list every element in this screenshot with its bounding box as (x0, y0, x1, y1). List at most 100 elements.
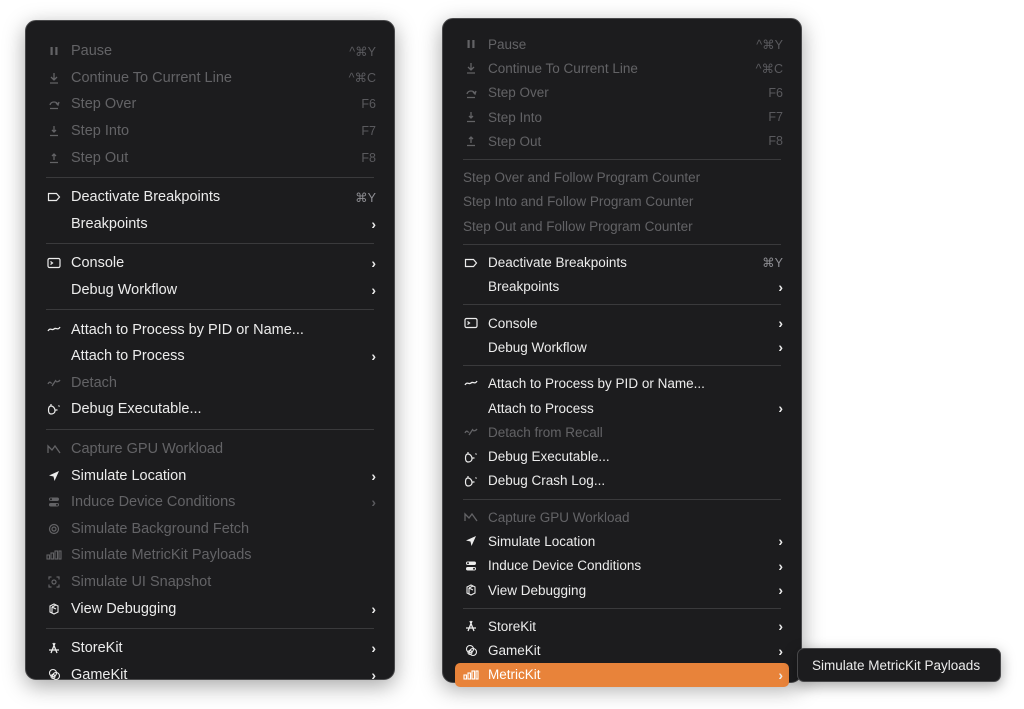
chevron-right-icon: › (371, 600, 376, 617)
pause-icon (46, 43, 62, 59)
menu-item-label: Simulate Background Fetch (71, 520, 250, 537)
storekit-icon (463, 618, 479, 634)
menu-item-storekit[interactable]: StoreKit › (455, 614, 789, 638)
menu-item-attach-to-process[interactable]: Attach to Process › (455, 396, 789, 420)
debug-executable-icon (463, 473, 479, 489)
menu-item-label: Simulate MetricKit Payloads (71, 547, 252, 564)
menu-item-attach-by-pid[interactable]: Attach to Process by PID or Name... (455, 372, 789, 396)
menu-item-label: Attach to Process (488, 400, 594, 416)
icon-placeholder (463, 279, 479, 295)
gpu-icon (46, 441, 62, 457)
menu-item-label: Step Out and Follow Program Counter (463, 218, 693, 234)
menu-item-label: StoreKit (488, 618, 537, 634)
view-debugging-icon (463, 582, 479, 598)
breakpoint-icon (46, 189, 62, 205)
menu-item-debug-workflow[interactable]: Debug Workflow › (455, 335, 789, 359)
menu-item-console[interactable]: Console › (455, 311, 789, 335)
debug-menu-right: Pause ^⌘Y Continue To Current Line ^⌘C Step … (442, 18, 802, 688)
menu-item-capture-gpu-workload: Capture GPU Workload (455, 505, 789, 529)
menu-item-label: StoreKit (71, 640, 123, 657)
menu-separator (463, 498, 781, 500)
menu-item-label: Detach (71, 374, 117, 391)
menu-item-storekit[interactable]: StoreKit › (38, 635, 382, 662)
menu-separator (46, 176, 374, 178)
menu-item-induce-device-conditions[interactable]: Induce Device Conditions › (455, 554, 789, 578)
menu-item-label: View Debugging (71, 600, 177, 617)
gamekit-icon (463, 643, 479, 659)
metrickit-submenu-item-simulate-payloads[interactable]: Simulate MetricKit Payloads (797, 648, 1001, 682)
menu-item-gamekit[interactable]: GameKit › (38, 661, 382, 688)
menu-item-debug-executable[interactable]: Debug Executable... (38, 396, 382, 423)
menu-item-deactivate-breakpoints[interactable]: Deactivate Breakpoints ⌘Y (455, 250, 789, 274)
menu-item-breakpoints[interactable]: Breakpoints › (38, 211, 382, 238)
step-into-icon (46, 123, 62, 139)
menu-item-label: Step Over and Follow Program Counter (463, 170, 701, 186)
menu-item-view-debugging[interactable]: View Debugging › (455, 578, 789, 602)
menu-item-debug-executable[interactable]: Debug Executable... (455, 444, 789, 468)
menu-item-label: Deactivate Breakpoints (488, 255, 627, 271)
menu-item-simulate-metrickit-payloads: Simulate MetricKit Payloads (38, 542, 382, 569)
gpu-icon (463, 509, 479, 525)
metrickit-icon (463, 667, 479, 683)
menu-item-label: MetricKit (488, 667, 541, 683)
menu-item-gamekit[interactable]: GameKit › (455, 639, 789, 663)
chevron-right-icon: › (371, 282, 376, 299)
menu-item-label: Console (71, 255, 125, 272)
icon-placeholder (46, 282, 62, 298)
menu-separator (46, 627, 374, 629)
menu-item-attach-to-process[interactable]: Attach to Process › (38, 343, 382, 370)
menu-separator (463, 243, 781, 245)
menu-item-label: Step Out (71, 149, 129, 166)
chevron-right-icon: › (371, 348, 376, 365)
debug-executable-icon (46, 401, 62, 417)
menu-item-label: Console (488, 315, 538, 331)
menu-item-label: Pause (488, 36, 527, 52)
menu-separator (463, 365, 781, 367)
menu-item-label: Step Out (488, 133, 542, 149)
menu-item-console[interactable]: Console › (38, 250, 382, 277)
menu-item-label: Debug Workflow (71, 282, 178, 299)
debug-menu-left: Pause ^⌘Y Continue To Current Line ^⌘C Step … (25, 20, 395, 683)
menu-separator (463, 304, 781, 306)
continue-icon (463, 60, 479, 76)
pause-icon (463, 36, 479, 52)
chevron-right-icon: › (778, 278, 783, 295)
ui-snapshot-icon (46, 574, 62, 590)
gamekit-icon (46, 667, 62, 683)
icon-placeholder (46, 348, 62, 364)
continue-icon (46, 70, 62, 86)
menu-item-capture-gpu-workload: Capture GPU Workload (38, 436, 382, 463)
step-into-icon (463, 109, 479, 125)
chevron-right-icon: › (778, 666, 783, 683)
menu-item-attach-by-pid[interactable]: Attach to Process by PID or Name... (38, 316, 382, 343)
menu-item-debug-crash-log[interactable]: Debug Crash Log... (455, 469, 789, 493)
keyboard-shortcut: F7 (361, 124, 376, 139)
menu-separator (463, 607, 781, 609)
menu-item-breakpoints[interactable]: Breakpoints › (455, 275, 789, 299)
device-conditions-icon (46, 494, 62, 510)
breakpoint-icon (463, 255, 479, 271)
chevron-right-icon: › (778, 315, 783, 332)
menu-item-label: Step Over (71, 96, 137, 113)
step-out-icon (463, 133, 479, 149)
menu-item-debug-workflow[interactable]: Debug Workflow › (38, 277, 382, 304)
menu-item-continue-to-current-line: Continue To Current Line ^⌘C (38, 65, 382, 92)
location-icon (46, 468, 62, 484)
chevron-right-icon: › (778, 618, 783, 635)
menu-item-label: Detach from Recall (488, 424, 603, 440)
background-fetch-icon (46, 521, 62, 537)
keyboard-shortcut: ⌘Y (762, 256, 783, 271)
menu-item-simulate-location[interactable]: Simulate Location › (455, 529, 789, 553)
menu-item-view-debugging[interactable]: View Debugging › (38, 595, 382, 622)
submenu-item-label: Simulate MetricKit Payloads (812, 657, 981, 673)
menu-item-metrickit[interactable]: MetricKit › (455, 662, 789, 688)
icon-placeholder (463, 400, 479, 416)
menu-item-induce-device-conditions: Induce Device Conditions › (38, 489, 382, 516)
chevron-right-icon: › (371, 494, 376, 511)
menu-item-label: Debug Executable... (71, 401, 202, 418)
menu-item-deactivate-breakpoints[interactable]: Deactivate Breakpoints ⌘Y (38, 184, 382, 211)
menu-item-simulate-location[interactable]: Simulate Location › (38, 462, 382, 489)
detach-icon (463, 424, 479, 440)
menu-item-label: Deactivate Breakpoints (71, 189, 221, 206)
icon-placeholder (463, 339, 479, 355)
